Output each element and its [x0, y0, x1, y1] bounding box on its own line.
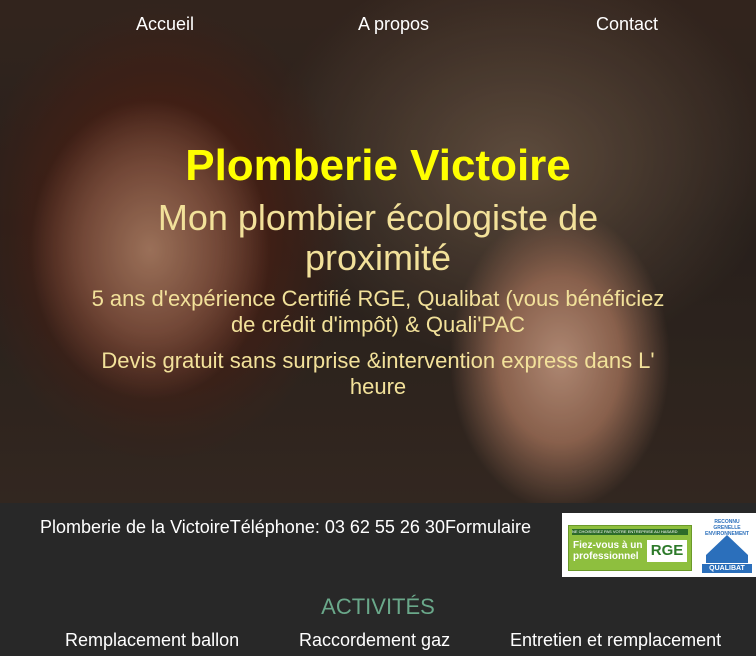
site-subtitle: Mon plombier écologiste de proximité — [157, 197, 599, 278]
qualibat-roof-icon — [706, 535, 748, 555]
quote-text: Devis gratuit sans surprise &interventio… — [101, 348, 655, 399]
rge-badge-text: Fiez-vous à un professionnel — [573, 540, 643, 562]
qualibat-label: QUALIBAT — [702, 564, 752, 573]
rge-badge-top: NE CHOISISSEZ PAS VOTRE ENTREPRISE AU HA… — [572, 529, 688, 535]
rge-badge: NE CHOISISSEZ PAS VOTRE ENTREPRISE AU HA… — [568, 525, 692, 571]
info-bar: Plomberie de la VictoireTéléphone: 03 62… — [0, 503, 756, 656]
activity-item[interactable]: Entretien et remplacement — [510, 630, 721, 651]
activity-item[interactable]: Remplacement ballon — [65, 630, 239, 651]
company-link[interactable]: Plomberie de la Victoire — [40, 517, 230, 537]
site-title: Plomberie Victoire — [185, 141, 571, 190]
top-nav: Accueil A propos Contact — [0, 14, 756, 36]
form-link[interactable]: Formulaire — [445, 517, 531, 537]
hero-content: Plomberie Victoire Mon plombier écologis… — [0, 140, 756, 400]
activities-heading: ACTIVITÉS — [321, 594, 435, 619]
nav-about-link[interactable]: A propos — [358, 14, 429, 35]
rge-logo: RGE — [647, 540, 687, 562]
phone-link[interactable]: Téléphone: 03 62 55 26 30 — [230, 517, 445, 537]
nav-contact-link[interactable]: Contact — [596, 14, 658, 35]
activity-item[interactable]: Raccordement gaz — [299, 630, 450, 651]
qualibat-body-icon — [706, 555, 748, 563]
hero-section: Accueil A propos Contact Plomberie Victo… — [0, 0, 756, 503]
nav-home-link[interactable]: Accueil — [136, 14, 194, 35]
contact-line: Plomberie de la VictoireTéléphone: 03 62… — [40, 517, 531, 538]
experience-text: 5 ans d'expérience Certifié RGE, Qualiba… — [91, 286, 665, 337]
qualibat-badge: RECONNU GRENELLE ENVIRONNEMENT QUALIBAT — [702, 519, 752, 573]
certification-badges: NE CHOISISSEZ PAS VOTRE ENTREPRISE AU HA… — [562, 513, 756, 577]
